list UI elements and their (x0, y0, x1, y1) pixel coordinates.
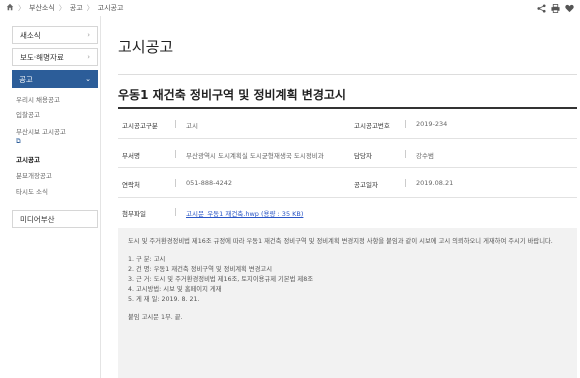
sidebar-subitem[interactable]: 타시도 소식 (16, 188, 100, 197)
info-label: 고시공고구분 (122, 122, 158, 130)
table-row-line (118, 197, 577, 198)
breadcrumb-item[interactable]: 고시공고 (98, 3, 124, 13)
info-label: 고시공고번호 (354, 122, 390, 130)
divider (118, 107, 577, 109)
body-line: 5. 게 재 일: 2019. 8. 21. (128, 296, 200, 303)
breadcrumb-separator: 〉 (86, 4, 94, 12)
document-title: 우동1 재건축 정비구역 및 정비계획 변경고시 (118, 88, 346, 102)
info-value: 강수범 (416, 152, 434, 160)
divider (405, 120, 406, 128)
divider (405, 179, 406, 187)
sidebar-subitem[interactable]: 입찰공고 (16, 111, 100, 120)
info-label: 첨부파일 (122, 210, 146, 218)
body-line: 4. 고시방법: 시보 및 홈페이지 게재 (128, 286, 222, 293)
breadcrumb-separator: 〉 (18, 4, 25, 12)
sidebar-item-label: 보도·해명자료 (20, 52, 64, 62)
sidebar-item-notice[interactable]: 공고 ⌄ (12, 70, 98, 88)
page-actions (537, 3, 574, 13)
attachment-link[interactable]: 고시문_우동1 재건축.hwp (용량 : 35 KB) (186, 208, 303, 218)
info-value: 부산광역시 도시계획실 도시균형재생국 도시정비과 (186, 152, 324, 160)
divider (118, 74, 577, 75)
info-value: 2019.08.21 (416, 179, 454, 187)
breadcrumb: 〉 부산소식 〉 공고 〉 고시공고 (6, 3, 123, 13)
sidebar-item-press[interactable]: 보도·해명자료 › (12, 48, 98, 66)
share-icon[interactable] (537, 3, 546, 13)
sidebar-item-media[interactable]: 미디어부산 (12, 210, 98, 228)
info-label: 담당자 (354, 152, 372, 160)
heart-icon[interactable] (565, 4, 574, 13)
sidebar-item-news[interactable]: 새소식 › (12, 26, 98, 44)
body-attachment-note: 붙임 고시문 1부. 끝. (128, 314, 183, 321)
sidebar-subitem-current[interactable]: 고시공고 (16, 156, 100, 165)
body-line: 2. 건 명: 우동1 재건축 정비구역 및 정비계획 변경고시 (128, 266, 273, 273)
notice-body: 도시 및 주거환경정비법 제16조 규정에 따라 우동1 재건축 정비구역 및 … (118, 228, 577, 378)
breadcrumb-item[interactable]: 부산소식 (29, 3, 55, 13)
chevron-right-icon: › (87, 31, 90, 39)
sidebar-subitem[interactable]: 부산시보 고시공고 ⧉ (16, 128, 100, 146)
sidebar-subitem-label: 부산시보 고시공고 (16, 128, 66, 136)
table-row-line (118, 138, 577, 139)
divider (175, 179, 176, 187)
sidebar-subitem[interactable]: 우리시 채용공고 (16, 96, 100, 105)
divider (175, 150, 176, 158)
info-label: 공고일자 (354, 181, 378, 189)
info-value: 051-888-4242 (186, 179, 233, 187)
breadcrumb-separator: 〉 (58, 4, 66, 12)
breadcrumb-item[interactable]: 공고 (70, 3, 83, 13)
sidebar-item-label: 공고 (19, 74, 33, 84)
body-intro: 도시 및 주거환경정비법 제16조 규정에 따라 우동1 재건축 정비구역 및 … (128, 238, 553, 245)
sidebar: 새소식 › 보도·해명자료 › 공고 ⌄ 우리시 채용공고 입찰공고 부산시보 … (6, 16, 101, 378)
sidebar-item-label: 미디어부산 (20, 214, 55, 224)
chevron-right-icon: › (87, 53, 90, 61)
divider (405, 150, 406, 158)
body-line: 3. 근 거: 도시 및 주거환경정비법 제16조, 토지이용규제 기본법 제8… (128, 276, 313, 283)
table-row-line (118, 167, 577, 168)
info-value: 고시 (186, 122, 198, 130)
body-line: 1. 구 분: 고시 (128, 256, 166, 263)
divider (175, 208, 176, 216)
print-icon[interactable] (551, 3, 560, 13)
external-link-icon: ⧉ (16, 137, 21, 145)
info-value: 2019-234 (416, 120, 448, 128)
divider (175, 120, 176, 128)
sidebar-item-label: 새소식 (20, 30, 41, 40)
info-label: 연락처 (122, 181, 140, 189)
top-bar: 〉 부산소식 〉 공고 〉 고시공고 (0, 0, 580, 16)
page-title: 고시공고 (118, 38, 174, 56)
home-icon[interactable] (6, 3, 14, 13)
chevron-down-icon: ⌄ (85, 75, 91, 83)
sidebar-subitem[interactable]: 분묘개장공고 (16, 172, 100, 181)
info-label: 부서명 (122, 152, 140, 160)
